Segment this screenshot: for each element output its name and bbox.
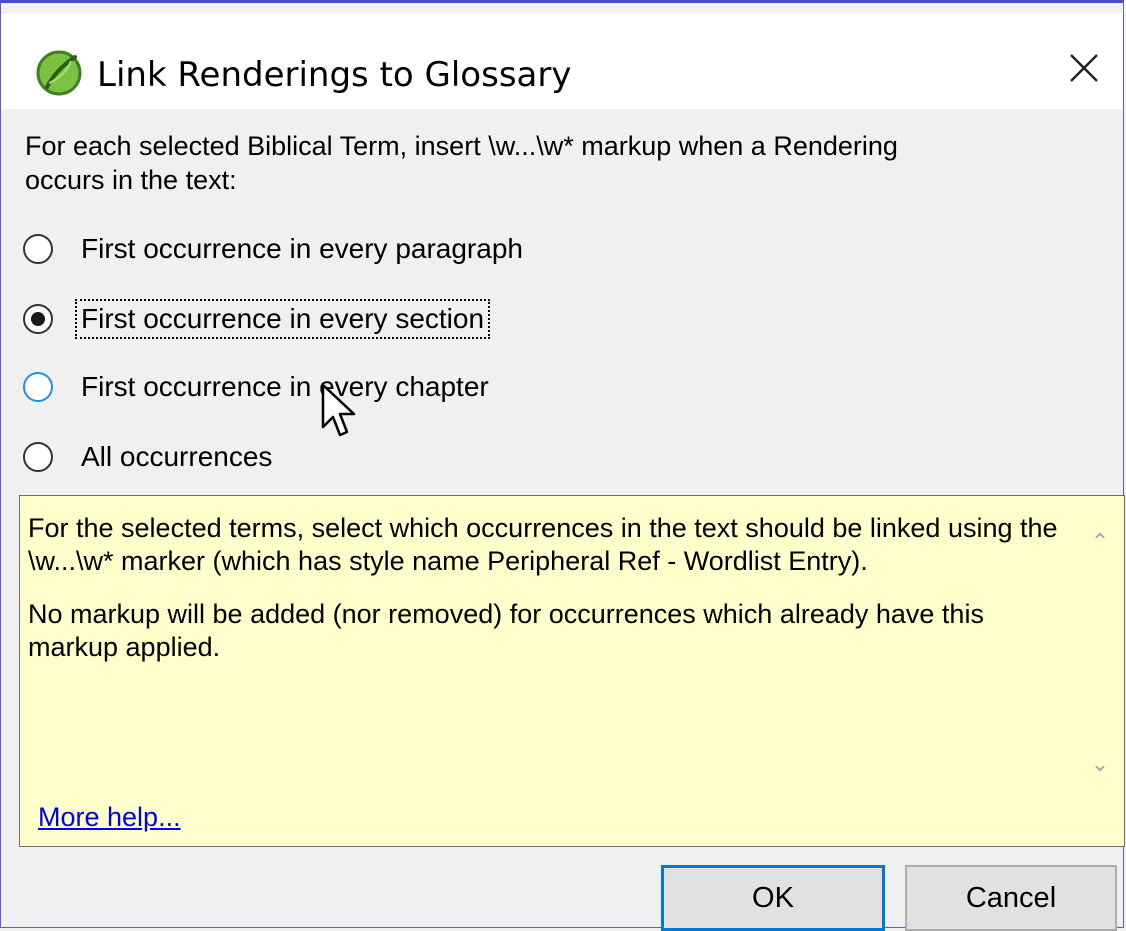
- help-paragraph-2: No markup will be added (nor removed) fo…: [28, 599, 984, 662]
- help-panel: For the selected terms, select which occ…: [19, 495, 1125, 847]
- ok-button[interactable]: OK: [661, 865, 885, 931]
- option-every-section[interactable]: First occurrence in every section: [23, 299, 491, 339]
- option-label[interactable]: First occurrence in every section: [74, 299, 491, 339]
- dialog-title: Link Renderings to Glossary: [97, 55, 572, 95]
- title-bar: Link Renderings to Glossary: [1, 13, 1123, 109]
- option-every-chapter[interactable]: First occurrence in every chapter: [23, 367, 493, 407]
- option-label[interactable]: All occurrences: [77, 439, 276, 475]
- scroll-up-icon[interactable]: ⌃: [1084, 526, 1116, 558]
- instruction-line-2: occurs in the text:: [25, 165, 237, 195]
- instruction-line-1: For each selected Biblical Term, insert …: [25, 131, 898, 161]
- mouse-pointer-icon: [321, 383, 356, 437]
- cancel-button[interactable]: Cancel: [905, 865, 1117, 931]
- link-renderings-dialog: Link Renderings to Glossary For each sel…: [0, 0, 1125, 931]
- radio-button-selected[interactable]: [23, 304, 53, 334]
- more-help-link[interactable]: More help...: [38, 802, 181, 833]
- option-label[interactable]: First occurrence in every paragraph: [77, 231, 527, 267]
- paratext-leaf-icon: [36, 50, 82, 96]
- scroll-down-icon[interactable]: ⌄: [1084, 748, 1116, 780]
- option-label[interactable]: First occurrence in every chapter: [77, 369, 493, 405]
- radio-button[interactable]: [23, 234, 53, 264]
- option-every-paragraph[interactable]: First occurrence in every paragraph: [23, 229, 527, 269]
- instruction-text: For each selected Biblical Term, insert …: [25, 129, 1085, 197]
- close-icon[interactable]: [1051, 37, 1117, 103]
- radio-button[interactable]: [23, 372, 53, 402]
- radio-button[interactable]: [23, 442, 53, 472]
- help-text: For the selected terms, select which occ…: [28, 512, 1068, 684]
- help-paragraph-1: For the selected terms, select which occ…: [28, 513, 1058, 576]
- option-all-occurrences[interactable]: All occurrences: [23, 437, 276, 477]
